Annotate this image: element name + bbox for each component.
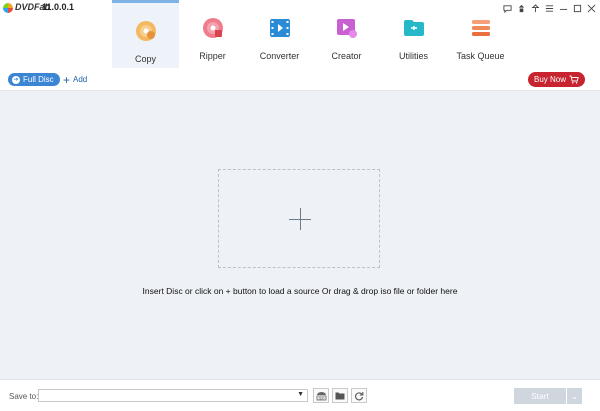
iso-disc-icon: ISO (316, 391, 326, 400)
iso-output-button[interactable]: ISO (313, 388, 329, 403)
creator-video-icon (336, 19, 357, 38)
ripper-disc-icon (202, 18, 223, 38)
tab-task-queue[interactable]: Task Queue (447, 0, 514, 68)
maximize-icon[interactable] (570, 1, 584, 15)
cart-icon (569, 75, 579, 84)
help-icon[interactable] (514, 1, 528, 15)
app-version: 11.0.0.1 (42, 2, 75, 12)
full-disc-button[interactable]: ➜ Full Disc (8, 73, 60, 86)
chevron-down-icon[interactable]: ▼ (297, 391, 304, 398)
tab-copy-label: Copy (134, 54, 156, 64)
source-workspace: Insert Disc or click on + button to load… (0, 91, 600, 379)
tab-task-queue-label: Task Queue (456, 51, 505, 61)
tab-converter[interactable]: Converter (246, 0, 313, 68)
converter-film-icon (269, 19, 290, 37)
folder-icon (335, 392, 345, 400)
tab-utilities-label: Utilities (398, 51, 428, 61)
buy-now-label: Buy Now (533, 75, 566, 84)
add-label: Add (73, 75, 88, 84)
plus-icon: + (63, 72, 71, 87)
svg-text:ISO: ISO (318, 396, 324, 400)
buy-now-button[interactable]: Buy Now (528, 72, 585, 87)
copy-disc-icon (135, 21, 156, 41)
utilities-folder-icon (403, 20, 424, 36)
start-button[interactable]: Start (514, 388, 566, 404)
settings-menu-icon[interactable] (528, 1, 542, 15)
load-source-hint: Insert Disc or click on + button to load… (142, 286, 458, 296)
tab-ripper[interactable]: Ripper (179, 0, 246, 68)
browse-folder-button[interactable] (332, 388, 348, 403)
tab-creator[interactable]: Creator (313, 0, 380, 68)
full-disc-label: Full Disc (23, 75, 54, 84)
task-queue-icon (471, 20, 490, 36)
tab-utilities[interactable]: Utilities (380, 0, 447, 68)
close-icon[interactable] (584, 1, 598, 15)
save-to-label: Save to: (9, 392, 39, 401)
start-options-chevron-down-icon[interactable]: ⌄ (567, 388, 582, 404)
refresh-icon (355, 391, 364, 400)
refresh-button[interactable] (351, 388, 367, 403)
minimize-icon[interactable] (556, 1, 570, 15)
arrow-right-icon: ➜ (12, 75, 20, 84)
tab-converter-label: Converter (259, 51, 300, 61)
tab-copy[interactable]: Copy (112, 0, 179, 68)
add-button[interactable]: + Add (63, 73, 87, 86)
window-controls (500, 1, 598, 15)
dvdfab-logo-icon (3, 3, 13, 13)
source-bar: ➜ Full Disc + Add Buy Now (0, 70, 600, 91)
add-source-dropzone[interactable] (218, 169, 380, 268)
tab-creator-label: Creator (331, 51, 362, 61)
save-to-field[interactable]: ▼ (38, 389, 308, 402)
module-toolbar: Copy Ripper Converter Creator Utilities (112, 0, 514, 68)
menu-icon[interactable] (542, 1, 556, 15)
tab-ripper-label: Ripper (199, 51, 226, 61)
bottom-bar: Save to: ▼ ISO Start ⌄ (0, 379, 600, 411)
